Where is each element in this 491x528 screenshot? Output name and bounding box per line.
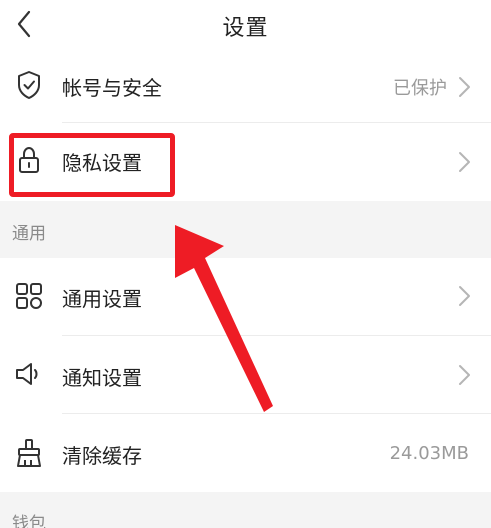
chevron-right-icon — [459, 365, 470, 385]
general-settings-row[interactable]: 通用设置 — [0, 258, 491, 335]
account-status-value: 已保护 — [393, 78, 447, 99]
general-settings-label: 通用设置 — [62, 287, 142, 311]
chevron-right-icon — [459, 286, 470, 306]
notification-settings-label: 通知设置 — [62, 366, 142, 390]
lock-icon — [14, 145, 44, 175]
grid-apps-icon — [14, 281, 44, 311]
account-security-label: 帐号与安全 — [62, 76, 162, 100]
settings-screen: 设置 帐号与安全 已保护 隐私设置 通用 通用设置 通知设置 清除缓存 24.0… — [0, 0, 491, 528]
account-security-row[interactable]: 帐号与安全 已保护 — [0, 52, 491, 122]
privacy-settings-label: 隐私设置 — [62, 151, 142, 175]
cache-size-value: 24.03MB — [389, 443, 469, 464]
clear-cache-row[interactable]: 清除缓存 24.03MB — [0, 414, 491, 492]
general-section-title: 通用 — [12, 224, 46, 244]
nav-header: 设置 — [0, 0, 491, 52]
chevron-right-icon — [459, 152, 470, 172]
privacy-settings-row[interactable]: 隐私设置 — [0, 123, 491, 201]
page-title: 设置 — [222, 16, 269, 41]
chevron-right-icon — [459, 77, 470, 97]
shield-check-icon — [14, 70, 44, 100]
notification-settings-row[interactable]: 通知设置 — [0, 336, 491, 413]
broom-icon — [14, 438, 44, 468]
clear-cache-label: 清除缓存 — [62, 444, 142, 468]
wallet-section-header: 钱包 — [0, 492, 491, 528]
speaker-icon — [14, 359, 44, 389]
wallet-section-title: 钱包 — [12, 514, 46, 528]
general-section-header: 通用 — [0, 201, 491, 258]
